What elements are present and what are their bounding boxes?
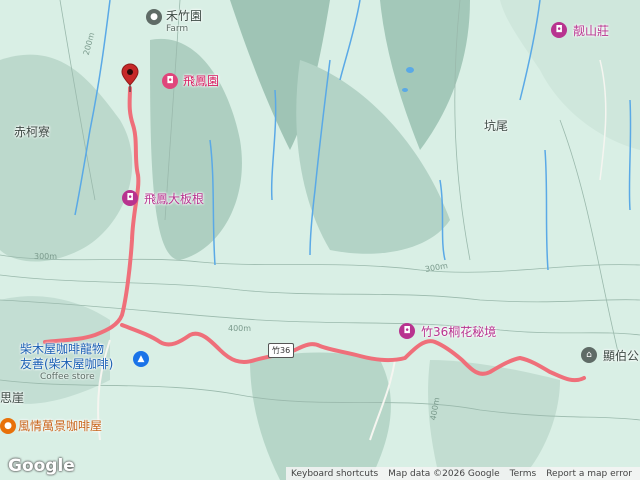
banyan-label[interactable]: 飛鳳大板根: [144, 193, 204, 205]
cafe-sublabel: Coffee store: [40, 372, 95, 382]
attribution-bar: Keyboard shortcuts Map data ©2026 Google…: [286, 467, 640, 480]
road-shield: 竹36: [268, 343, 295, 358]
camera-icon[interactable]: ◘: [551, 22, 567, 38]
start-marker-icon[interactable]: [121, 63, 139, 93]
report-error-link[interactable]: Report a map error: [541, 469, 637, 479]
tonghua-label[interactable]: 竹36桐花秘境: [421, 326, 496, 338]
cafe-label-line1[interactable]: 柴木屋咖啡龍物: [20, 343, 104, 355]
google-logo: Google: [8, 456, 75, 476]
map-data-text: Map data ©2026 Google: [388, 468, 500, 479]
camera-icon[interactable]: ◘: [162, 73, 178, 89]
view-cafe-label[interactable]: 風情萬景咖啡屋: [18, 420, 102, 432]
cafe-icon[interactable]: ●: [0, 418, 16, 434]
contour-label: 300m: [34, 252, 58, 261]
camera-icon[interactable]: ◘: [399, 323, 415, 339]
cafe-label-line2[interactable]: 友善(柴木屋咖啡): [20, 358, 113, 370]
map-viewport[interactable]: ● 禾竹園 Farm ◘ 飛鳳園 赤柯寮 坑尾 ◘ 靓山莊 ◘ 飛鳳大板根 ◘ …: [0, 0, 640, 480]
chikeliao-label: 赤柯寮: [14, 125, 51, 139]
liangshan-label[interactable]: 靓山莊: [573, 25, 609, 37]
contour-label: 400m: [228, 324, 252, 333]
sixiliao-label: 思崖: [0, 391, 25, 405]
terms-link[interactable]: Terms: [505, 469, 542, 479]
generic-pin-icon[interactable]: ●: [146, 9, 162, 25]
farm-label[interactable]: 禾竹園: [166, 10, 202, 22]
shopping-bag-icon[interactable]: ▲: [133, 351, 149, 367]
farm-sublabel: Farm: [166, 24, 189, 34]
terrain-layer: [0, 0, 640, 480]
kengwei-label: 坑尾: [484, 119, 509, 133]
feihuang-garden-label[interactable]: 飛鳳園: [183, 75, 219, 87]
camera-icon[interactable]: ◘: [122, 190, 138, 206]
temple-icon[interactable]: ⌂: [581, 347, 597, 363]
keyboard-shortcuts-link[interactable]: Keyboard shortcuts: [286, 469, 383, 479]
guanbo-label[interactable]: 顯伯公: [603, 350, 639, 362]
